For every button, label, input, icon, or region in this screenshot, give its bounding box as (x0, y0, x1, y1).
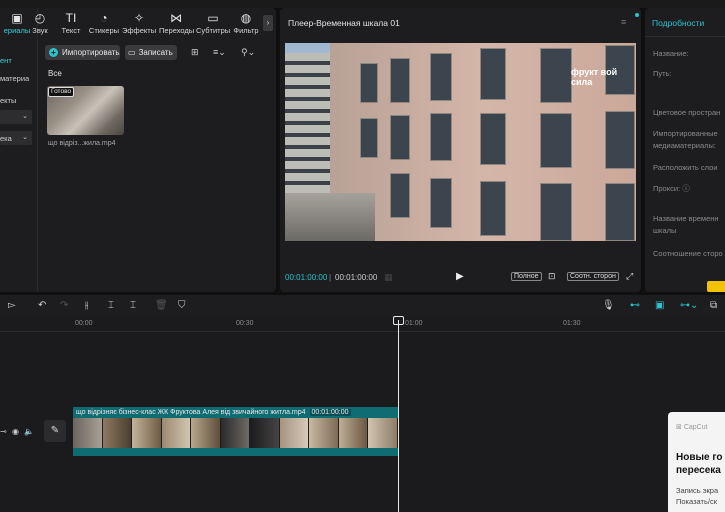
category-item-3[interactable]: екты (0, 96, 16, 105)
ruler-label: 00:00 (75, 320, 93, 327)
ruler-label: 01:00 (405, 320, 423, 327)
category-dropdown-1[interactable]: ⌄ (0, 110, 32, 124)
filter-all-label[interactable]: Все (48, 69, 62, 78)
sort-icon[interactable]: ≡⌄ (213, 47, 226, 58)
category-dropdown-2[interactable]: ека ⌄ (0, 131, 32, 145)
info-icon: ⓘ (682, 184, 690, 193)
detail-layers-label: Расположить слои (653, 163, 718, 172)
status-badge: Готово (48, 87, 75, 97)
promo-popup[interactable]: ⊠ CapCut Новые го пересека Запись экра П… (668, 412, 725, 512)
playhead-handle[interactable] (393, 316, 404, 325)
split-right-icon[interactable]: ⌶ (130, 300, 136, 311)
grid-view-icon[interactable]: ⊞ (191, 47, 199, 58)
media-categories (0, 8, 38, 292)
detail-colorspace-label: Цветовое простран (653, 108, 721, 117)
total-time: 00:01:00:00 (335, 273, 378, 282)
clip-audio-strip (73, 448, 398, 456)
detail-name-label: Название: (653, 49, 689, 58)
play-icon: ▶ (456, 271, 464, 282)
detail-timeline-name-label: Название временн шкалы (653, 214, 719, 235)
popup-brand: ⊠ CapCut (676, 424, 708, 431)
capcut-logo-icon: ⊠ (676, 424, 682, 431)
tab-effects[interactable]: ✧ Эффекты (122, 12, 156, 35)
sticker-icon: ◔ (100, 11, 108, 25)
category-item-2[interactable]: материа (0, 74, 29, 83)
undo-icon[interactable]: ↶ (38, 300, 46, 311)
edit-cover-button[interactable]: ✎ (44, 420, 66, 442)
details-title: Подробности (652, 18, 705, 28)
play-button[interactable]: ▶ (456, 271, 464, 282)
filters-icon: ◍ (240, 11, 252, 25)
redo-icon[interactable]: ↷ (60, 300, 68, 311)
chevron-down-icon: ⌄ (22, 113, 28, 120)
popup-body: Запись экра Показать/ск (676, 486, 719, 506)
detail-path-label: Путь: (653, 69, 672, 78)
select-tool-icon[interactable]: ▻ (8, 300, 16, 311)
fullscreen-icon[interactable]: ⤢ (626, 271, 633, 282)
toolbar-scroll-right-button[interactable]: › (263, 15, 273, 31)
ruler-label: 01:30 (563, 320, 581, 327)
media-filename: що відріз...жила.mp4 (48, 140, 116, 147)
transitions-icon: ⋈ (170, 11, 182, 25)
brand-logo: фрукт вой сила (571, 67, 618, 87)
chevron-right-icon: › (266, 18, 270, 27)
timeline-clip-header[interactable]: що відрізняє бізнес-клас ЖК Фруктова Але… (73, 407, 398, 418)
pencil-icon: ✎ (50, 425, 60, 436)
tab-text[interactable]: TI Текст (54, 12, 88, 35)
linkage-icon[interactable]: ⊶⌄ (680, 300, 698, 311)
grid-icon[interactable]: ▦ (384, 272, 393, 283)
player-title: Плеер-Временная шкала 01 (288, 18, 400, 28)
effects-icon: ✧ (133, 11, 145, 25)
ruler-label: 00:30 (236, 320, 254, 327)
snapshot-icon[interactable]: ⊡ (548, 271, 556, 282)
aspect-ratio-button[interactable]: Соотн. сторон (567, 272, 619, 281)
clip-duration: 00:01:00:00 (309, 409, 351, 416)
detail-aspect-label: Соотношение сторо (653, 249, 723, 258)
tab-audio[interactable]: ◴ Звук (23, 12, 57, 35)
video-preview[interactable]: фрукт вой сила (285, 43, 636, 241)
tab-stickers[interactable]: ◔ Стикеры (87, 12, 121, 35)
divider (645, 36, 725, 37)
status-dot (635, 13, 639, 17)
import-button[interactable]: + Импортировать (45, 45, 120, 60)
subtitles-icon: ▭ (207, 11, 219, 25)
link-magnet-icon[interactable]: ⊷ (630, 300, 640, 311)
split-icon[interactable]: ⫲ (85, 300, 88, 311)
microphone-icon[interactable]: 🎙 (602, 300, 615, 311)
modify-button[interactable] (707, 281, 725, 292)
tab-subtitles[interactable]: ▭ Субтитры (196, 12, 230, 35)
auto-snap-icon[interactable]: ▣ (655, 300, 664, 311)
ruler-divider (0, 331, 725, 332)
tab-transitions[interactable]: ⋈ Переходы (159, 11, 194, 35)
time-separator: | (329, 273, 332, 282)
preview-axis-icon[interactable]: ⧉ (710, 300, 717, 311)
fullscreen-quality-button[interactable]: Полное (511, 272, 542, 281)
current-time: 00:01:00:00 (285, 273, 328, 282)
shield-icon[interactable]: ⛉ (178, 300, 186, 311)
audio-icon: ◴ (34, 11, 46, 25)
delete-icon[interactable]: 🗑 (155, 300, 168, 311)
title-bar (0, 0, 725, 8)
filter-icon[interactable]: ⚲⌄ (241, 47, 255, 58)
chevron-down-icon: ⌄ (22, 134, 28, 141)
playhead[interactable] (398, 320, 399, 512)
timeline-clip[interactable] (73, 418, 399, 448)
split-left-icon[interactable]: ⌶ (108, 300, 114, 311)
popup-heading: Новые го пересека (676, 452, 723, 476)
track-audio-icon[interactable]: 🔈 (24, 427, 34, 436)
video-tower (285, 53, 330, 203)
detail-proxy-label: Прокси: ⓘ (653, 184, 690, 193)
menu-icon[interactable]: ≡ (621, 17, 626, 27)
category-item-1[interactable]: ент (0, 56, 12, 65)
record-button[interactable]: ▭ Записать (125, 45, 177, 60)
clip-title: що відрізняє бізнес-клас ЖК Фруктова Але… (76, 409, 306, 416)
video-ground (285, 193, 375, 241)
text-icon: TI (65, 11, 77, 25)
detail-imported-label: Импортированные медиаматериалы: (653, 129, 718, 150)
plus-icon: + (49, 48, 58, 57)
track-lock-icon[interactable]: ⊸ (0, 427, 7, 436)
tab-filters[interactable]: ◍ Фильтр (229, 12, 263, 35)
track-visibility-icon[interactable]: ◉ (12, 427, 19, 436)
camera-icon: ▭ (128, 48, 136, 57)
